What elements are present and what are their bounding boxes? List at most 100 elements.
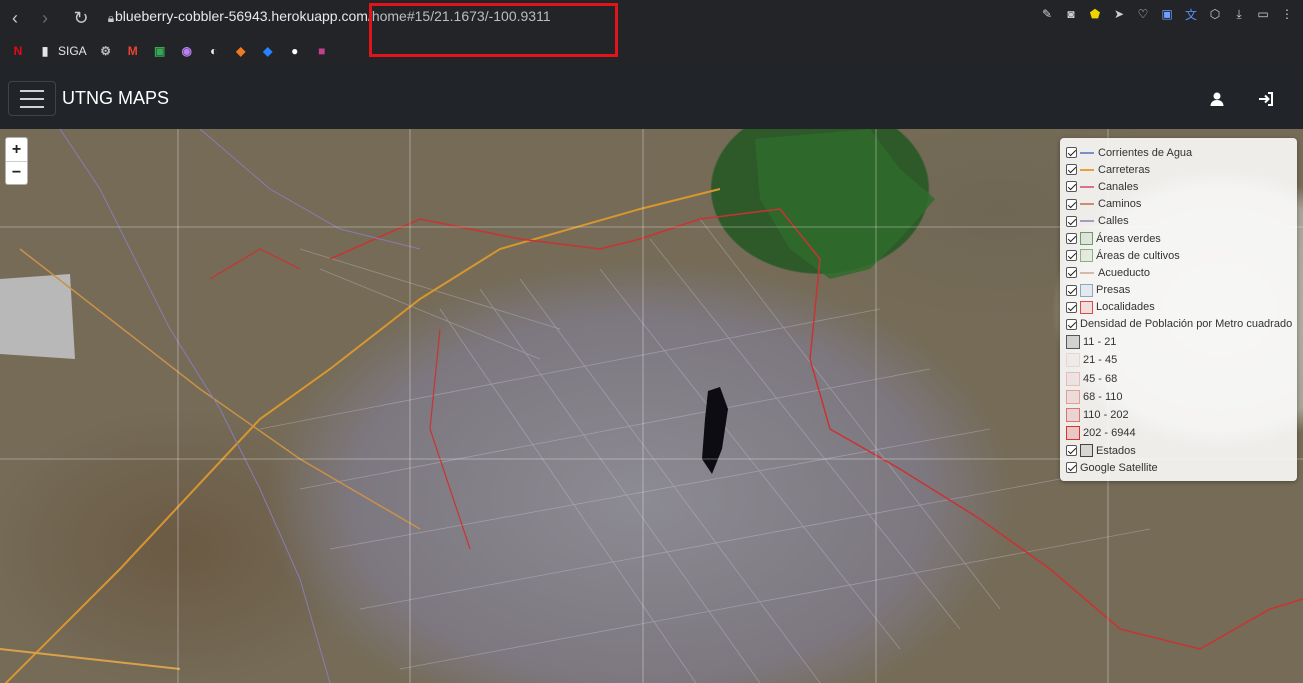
layer-row[interactable]: Canales	[1066, 178, 1291, 195]
density-label: 202 - 6944	[1083, 427, 1136, 440]
layer-label: Acueducto	[1098, 266, 1150, 279]
layer-row[interactable]: Carreteras	[1066, 161, 1291, 178]
layer-row[interactable]: Acueducto	[1066, 264, 1291, 281]
layer-label: Estados	[1096, 444, 1136, 457]
download-icon[interactable]: ⤓	[1231, 6, 1247, 22]
layer-row[interactable]: Estados	[1066, 442, 1291, 459]
bookmark-translate-ext-icon[interactable]: ⚙	[98, 43, 114, 59]
layer-row[interactable]: Corrientes de Agua	[1066, 144, 1291, 161]
layer-row[interactable]: Calles	[1066, 213, 1291, 230]
shield-icon[interactable]: ⬟	[1087, 6, 1103, 22]
login-icon[interactable]	[1256, 89, 1276, 109]
density-swatch	[1066, 335, 1080, 350]
send-icon[interactable]: ➤	[1111, 6, 1127, 22]
layer-row[interactable]: Localidades	[1066, 299, 1291, 316]
bookmark-netflix-icon[interactable]: N	[10, 43, 26, 59]
app-navbar: UTNG MAPS	[0, 69, 1303, 129]
browser-chrome: ‹ › ↻ 🔒︎ blueberry-cobbler-56943.herokua…	[0, 0, 1303, 69]
density-label: 68 - 110	[1083, 390, 1123, 403]
bookmark-siga-icon[interactable]: ▮	[37, 43, 53, 59]
reload-icon[interactable]: ↻	[66, 3, 96, 33]
layer-label: Canales	[1098, 180, 1139, 193]
layer-swatch-line	[1080, 168, 1094, 171]
bookmark-compass-icon[interactable]: ◐	[206, 43, 222, 59]
density-label: 21 - 45	[1083, 354, 1118, 367]
bookmark-siga-label[interactable]: SIGA	[58, 44, 87, 58]
app-brand[interactable]: UTNG MAPS	[62, 88, 169, 109]
layer-checkbox[interactable]	[1066, 301, 1077, 313]
layer-label: Áreas de cultivos	[1096, 249, 1180, 262]
layer-checkbox[interactable]	[1066, 181, 1077, 193]
zoom-in-button[interactable]: +	[6, 138, 27, 161]
forward-icon[interactable]: ›	[30, 3, 60, 33]
back-icon[interactable]: ‹	[0, 3, 30, 33]
zoom-out-button[interactable]: −	[6, 161, 27, 184]
layer-checkbox[interactable]	[1066, 462, 1077, 474]
density-legend-row: 202 - 6944	[1066, 424, 1291, 442]
heart-icon[interactable]: ♡	[1135, 6, 1151, 22]
layer-row[interactable]: Presas	[1066, 282, 1291, 299]
cube-icon[interactable]: ⬡	[1207, 6, 1223, 22]
menu-icon[interactable]: ⋮	[1279, 6, 1295, 22]
layer-label: Google Satellite	[1080, 461, 1158, 474]
density-legend-row: 110 - 202	[1066, 406, 1291, 424]
layer-label: Carreteras	[1098, 163, 1150, 176]
layer-swatch-line	[1080, 151, 1094, 154]
translate-icon[interactable]: 文	[1183, 6, 1199, 22]
layer-swatch-box	[1080, 283, 1093, 297]
battery-icon[interactable]: ▭	[1255, 6, 1271, 22]
camera-icon[interactable]: ◙	[1063, 6, 1079, 22]
layer-row[interactable]: Google Satellite	[1066, 459, 1291, 476]
layer-label: Calles	[1098, 215, 1129, 228]
layer-checkbox[interactable]	[1066, 164, 1077, 176]
layer-swatch-box	[1080, 232, 1093, 246]
density-label: 11 - 21	[1083, 336, 1117, 349]
bookmark-meet-icon[interactable]: ▣	[152, 43, 168, 59]
bookmarks-bar: N ▮ SIGA ⚙ M ▣ ◉ ◐ ◆ ◆ ● ■	[0, 38, 1303, 64]
layer-checkbox[interactable]	[1066, 267, 1077, 279]
layer-swatch-box	[1080, 300, 1093, 314]
layer-checkbox[interactable]	[1066, 233, 1077, 245]
bookmark-app-icon[interactable]: ■	[314, 43, 330, 59]
layer-checkbox[interactable]	[1066, 198, 1077, 210]
layer-label: Corrientes de Agua	[1098, 146, 1193, 159]
url-host: blueberry-cobbler-56943.herokuapp.com	[115, 8, 368, 24]
layer-swatch-box	[1080, 249, 1093, 263]
density-legend-row: 11 - 21	[1066, 333, 1291, 351]
extension-icons: ✎ ◙ ⬟ ➤ ♡ ▣ 文 ⬡ ⤓ ▭ ⋮	[1039, 6, 1295, 22]
bookmark-jira-icon[interactable]: ◆	[260, 43, 276, 59]
layer-swatch-line	[1080, 185, 1094, 188]
layer-swatch-line	[1080, 271, 1094, 274]
menu-toggle-button[interactable]	[8, 81, 56, 116]
density-swatch	[1066, 389, 1080, 404]
layer-row[interactable]: Densidad de Población por Metro cuadrado	[1066, 316, 1292, 333]
layer-checkbox[interactable]	[1066, 250, 1077, 262]
density-label: 110 - 202	[1083, 408, 1129, 421]
layer-row[interactable]: Áreas verdes	[1066, 230, 1291, 247]
layer-label: Presas	[1096, 284, 1131, 297]
bookmark-github-icon[interactable]: ●	[287, 43, 303, 59]
zoom-control: + −	[5, 137, 28, 185]
density-legend-row: 21 - 45	[1066, 351, 1291, 369]
bookmark-photos-icon[interactable]: ◉	[179, 43, 195, 59]
extension-1-icon[interactable]: ▣	[1159, 6, 1175, 22]
layer-checkbox[interactable]	[1066, 284, 1077, 296]
layer-label: Localidades	[1096, 301, 1155, 314]
layer-checkbox[interactable]	[1066, 445, 1077, 457]
density-swatch	[1066, 426, 1080, 441]
layer-checkbox[interactable]	[1066, 147, 1077, 159]
layer-checkbox[interactable]	[1066, 215, 1077, 227]
layer-swatch-line	[1080, 220, 1094, 223]
layer-label: Caminos	[1098, 198, 1142, 211]
density-label: 45 - 68	[1083, 372, 1118, 385]
bookmark-codepen-icon[interactable]: ◆	[233, 43, 249, 59]
edit-icon[interactable]: ✎	[1039, 6, 1055, 22]
layer-control-panel: Corrientes de Agua Carreteras Canales Camin…	[1060, 138, 1297, 481]
bookmark-gmail-icon[interactable]: M	[125, 43, 141, 59]
layer-row[interactable]: Caminos	[1066, 196, 1291, 213]
density-swatch	[1066, 353, 1080, 368]
layer-checkbox[interactable]	[1066, 318, 1077, 330]
user-icon[interactable]	[1207, 89, 1227, 109]
layer-row[interactable]: Áreas de cultivos	[1066, 247, 1291, 264]
density-swatch	[1066, 407, 1080, 422]
